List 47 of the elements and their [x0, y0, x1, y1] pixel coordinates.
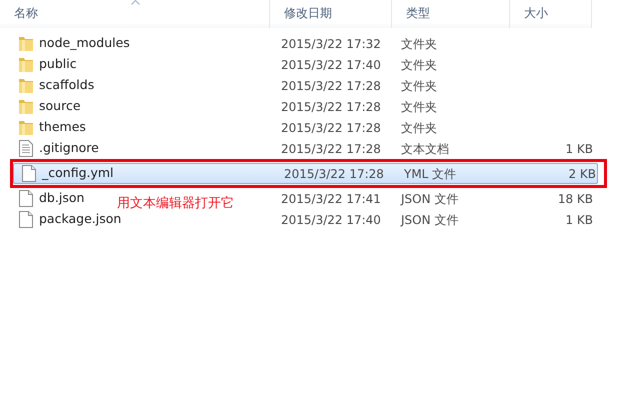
file-size: 2 KB	[568, 166, 596, 180]
file-name: db.json	[39, 189, 84, 208]
modified-date: 2015/3/22 17:28	[281, 120, 382, 136]
file-row[interactable]: _config.yml 2015/3/22 17:28 YML 文件 2 KB	[13, 163, 598, 184]
file-type: YML 文件	[404, 166, 458, 182]
file-name: themes	[39, 118, 86, 136]
file-icon	[19, 190, 33, 207]
text-file-icon	[19, 140, 33, 157]
file-size: 1 KB	[565, 142, 593, 156]
file-name: .gitignore	[39, 139, 99, 158]
modified-date: 2015/3/22 17:28	[281, 78, 382, 94]
file-type: 文件夹	[401, 78, 438, 94]
file-type: 文件夹	[401, 36, 438, 52]
modified-date: 2015/3/22 17:40	[281, 56, 382, 74]
modified-date: 2015/3/22 17:41	[281, 190, 382, 208]
file-name: scaffolds	[39, 76, 94, 94]
file-size: 18 KB	[558, 192, 593, 206]
file-icon	[19, 211, 33, 228]
file-size: 1 KB	[565, 212, 593, 226]
column-header[interactable]: 修改日期	[270, 0, 392, 28]
modified-date: 2015/3/22 17:28	[284, 166, 385, 182]
annotation-text: 用文本编辑器打开它	[117, 195, 234, 213]
sort-ascending-icon	[130, 0, 140, 5]
file-name: _config.yml	[42, 164, 114, 182]
folder-icon	[19, 99, 33, 114]
column-header[interactable]: 名称	[0, 0, 270, 28]
file-type: 文本文档	[401, 140, 450, 158]
modified-date: 2015/3/22 17:28	[281, 98, 382, 116]
file-type: 文件夹	[401, 120, 438, 136]
file-name: source	[39, 97, 81, 116]
file-name: package.json	[39, 210, 122, 228]
folder-icon	[19, 120, 33, 135]
file-name: public	[39, 55, 77, 74]
file-name: node_modules	[39, 34, 130, 52]
column-header[interactable]: 类型	[392, 0, 510, 28]
file-icon	[22, 165, 36, 182]
folder-icon	[19, 57, 33, 72]
modified-date: 2015/3/22 17:28	[281, 140, 382, 158]
column-header[interactable]: 大小	[510, 0, 592, 28]
folder-icon	[19, 36, 33, 51]
modified-date: 2015/3/22 17:40	[281, 212, 382, 228]
file-type: 文件夹	[401, 56, 438, 74]
modified-date: 2015/3/22 17:32	[281, 36, 382, 52]
folder-icon	[19, 78, 33, 93]
file-type: 文件夹	[401, 98, 438, 116]
file-type: JSON 文件	[401, 212, 460, 228]
file-type: JSON 文件	[401, 190, 460, 208]
